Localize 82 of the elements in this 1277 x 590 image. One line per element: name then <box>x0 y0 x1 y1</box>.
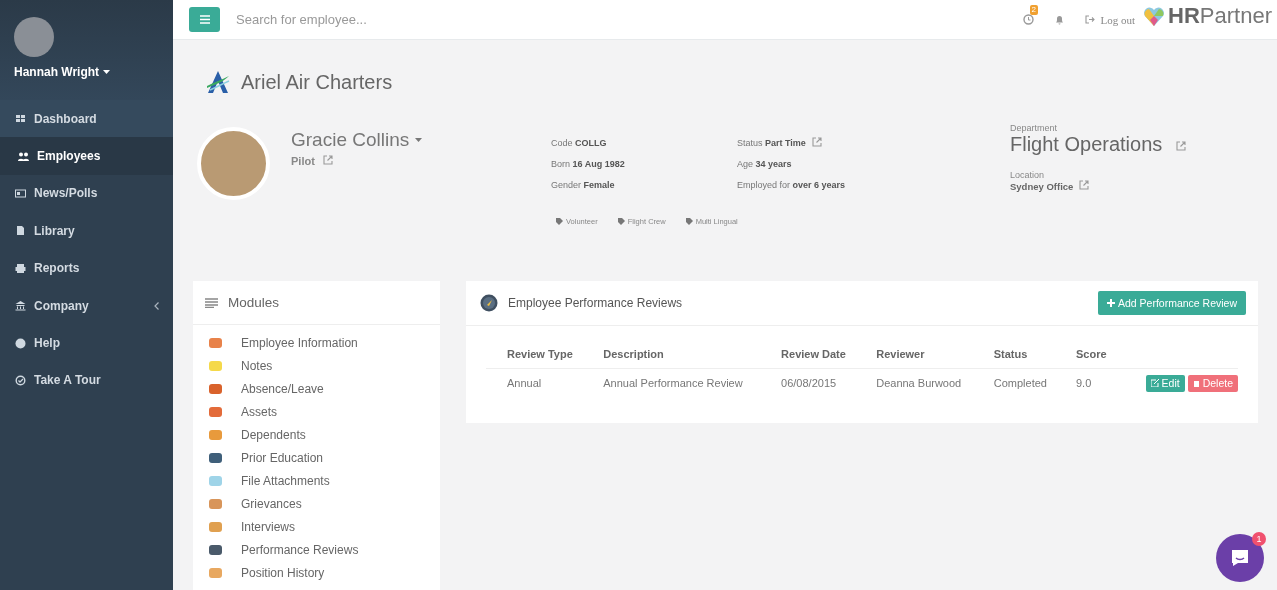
notification-badge: 1 <box>1252 532 1266 546</box>
table-cell: Completed <box>972 368 1055 397</box>
sidebar-item[interactable]: Employees <box>0 137 173 175</box>
module-link[interactable]: Assets <box>209 400 440 423</box>
notification-badge: 2 <box>1029 5 1038 15</box>
sidebar-item[interactable]: Take A Tour <box>0 361 173 400</box>
column-header: Reviewer <box>855 339 973 369</box>
sidebar-item[interactable]: Library <box>0 212 173 250</box>
module-link[interactable]: Absence/Leave <box>209 377 440 400</box>
detail-text: Status Part Time <box>737 138 806 148</box>
module-link[interactable]: Dependents <box>209 423 440 446</box>
location-name: Sydney Office <box>1010 180 1074 192</box>
department-name: Flight Operations <box>1010 133 1163 156</box>
list-icon <box>205 297 218 308</box>
module-link[interactable]: Position History <box>209 561 440 584</box>
dashboard-icon <box>15 113 26 125</box>
users-icon <box>18 150 29 162</box>
tag-icon <box>617 218 625 225</box>
table-cell: Annual <box>486 368 583 397</box>
menu-icon <box>199 15 210 24</box>
module-link[interactable]: Employee Information <box>209 331 440 354</box>
company-name: Ariel Air Charters <box>241 70 393 94</box>
sidebar-item[interactable]: News/Polls <box>0 174 173 213</box>
logout-link[interactable]: Log out <box>1084 13 1136 26</box>
user-menu[interactable]: Hannah Wright <box>14 65 111 79</box>
sidebar-item[interactable]: Help <box>0 324 173 362</box>
sidebar-item[interactable]: Company <box>0 286 173 325</box>
clock-icon[interactable] <box>1022 14 1034 25</box>
module-link[interactable]: File Attachments <box>209 469 440 492</box>
gauge-icon <box>480 294 498 312</box>
chevron-left-icon <box>154 301 159 310</box>
column-header: Review Date <box>760 339 856 369</box>
position-title: Pilot <box>291 155 315 167</box>
detail-text: Employed for over 6 years <box>737 180 846 190</box>
sidebar-item[interactable]: Dashboard <box>0 100 173 138</box>
column-header: Description <box>582 339 761 369</box>
table-cell: 06/08/2015 <box>760 368 856 397</box>
external-link-icon[interactable] <box>1079 180 1090 192</box>
trash-icon <box>1192 379 1200 387</box>
search-field[interactable]: Search for employee... <box>234 11 538 28</box>
sign-out-icon <box>1084 15 1095 24</box>
table-cell: Annual Performance Review <box>582 368 761 397</box>
bell-icon[interactable] <box>1053 14 1065 25</box>
avatar-placeholder[interactable] <box>14 17 54 57</box>
check-circle-icon <box>15 374 26 386</box>
chat-button[interactable]: 1 <box>1216 534 1264 582</box>
module-link[interactable]: Notes <box>209 354 440 377</box>
detail-text: Gender Female <box>551 180 615 190</box>
caret-icon[interactable] <box>415 138 423 142</box>
chat-icon <box>1230 549 1250 567</box>
module-link[interactable]: Interviews <box>209 515 440 538</box>
module-link[interactable]: Performance Reviews <box>209 538 440 561</box>
sidebar-item[interactable]: Reports <box>0 249 173 287</box>
column-header: Score <box>1055 339 1113 369</box>
table-cell: Deanna Burwood <box>855 368 973 397</box>
menu-button[interactable] <box>189 7 220 32</box>
detail-text: Code COLLG <box>551 138 607 148</box>
external-link-icon[interactable] <box>811 137 822 149</box>
plus-icon <box>1106 299 1115 307</box>
panel-title: Employee Performance Reviews <box>508 296 683 310</box>
column-header: Status <box>972 339 1055 369</box>
building-icon <box>15 300 26 312</box>
company-logo-icon <box>205 69 231 95</box>
tag-icon <box>685 218 693 225</box>
employee-name[interactable]: Gracie Collins <box>291 129 410 151</box>
detail-text: Age 34 years <box>737 159 792 169</box>
logo-text: HRPartner <box>1168 2 1272 29</box>
module-link[interactable]: Prior Education <box>209 446 440 469</box>
tag-icon <box>556 218 563 225</box>
caret-icon <box>103 70 111 74</box>
external-link-icon[interactable] <box>322 155 333 167</box>
column-header: Review Type <box>486 339 583 369</box>
printer-icon <box>15 262 26 274</box>
edit-icon <box>1150 379 1159 387</box>
detail-text: Born 16 Aug 1982 <box>551 159 625 169</box>
newspaper-icon <box>15 187 26 199</box>
field-label: Department <box>1010 123 1059 133</box>
field-label: Location <box>1010 170 1046 180</box>
module-link[interactable]: Grievances <box>209 492 440 515</box>
document-icon <box>15 225 26 237</box>
table-cell: 9.0 <box>1055 368 1113 397</box>
panel-title: Modules <box>228 295 280 310</box>
